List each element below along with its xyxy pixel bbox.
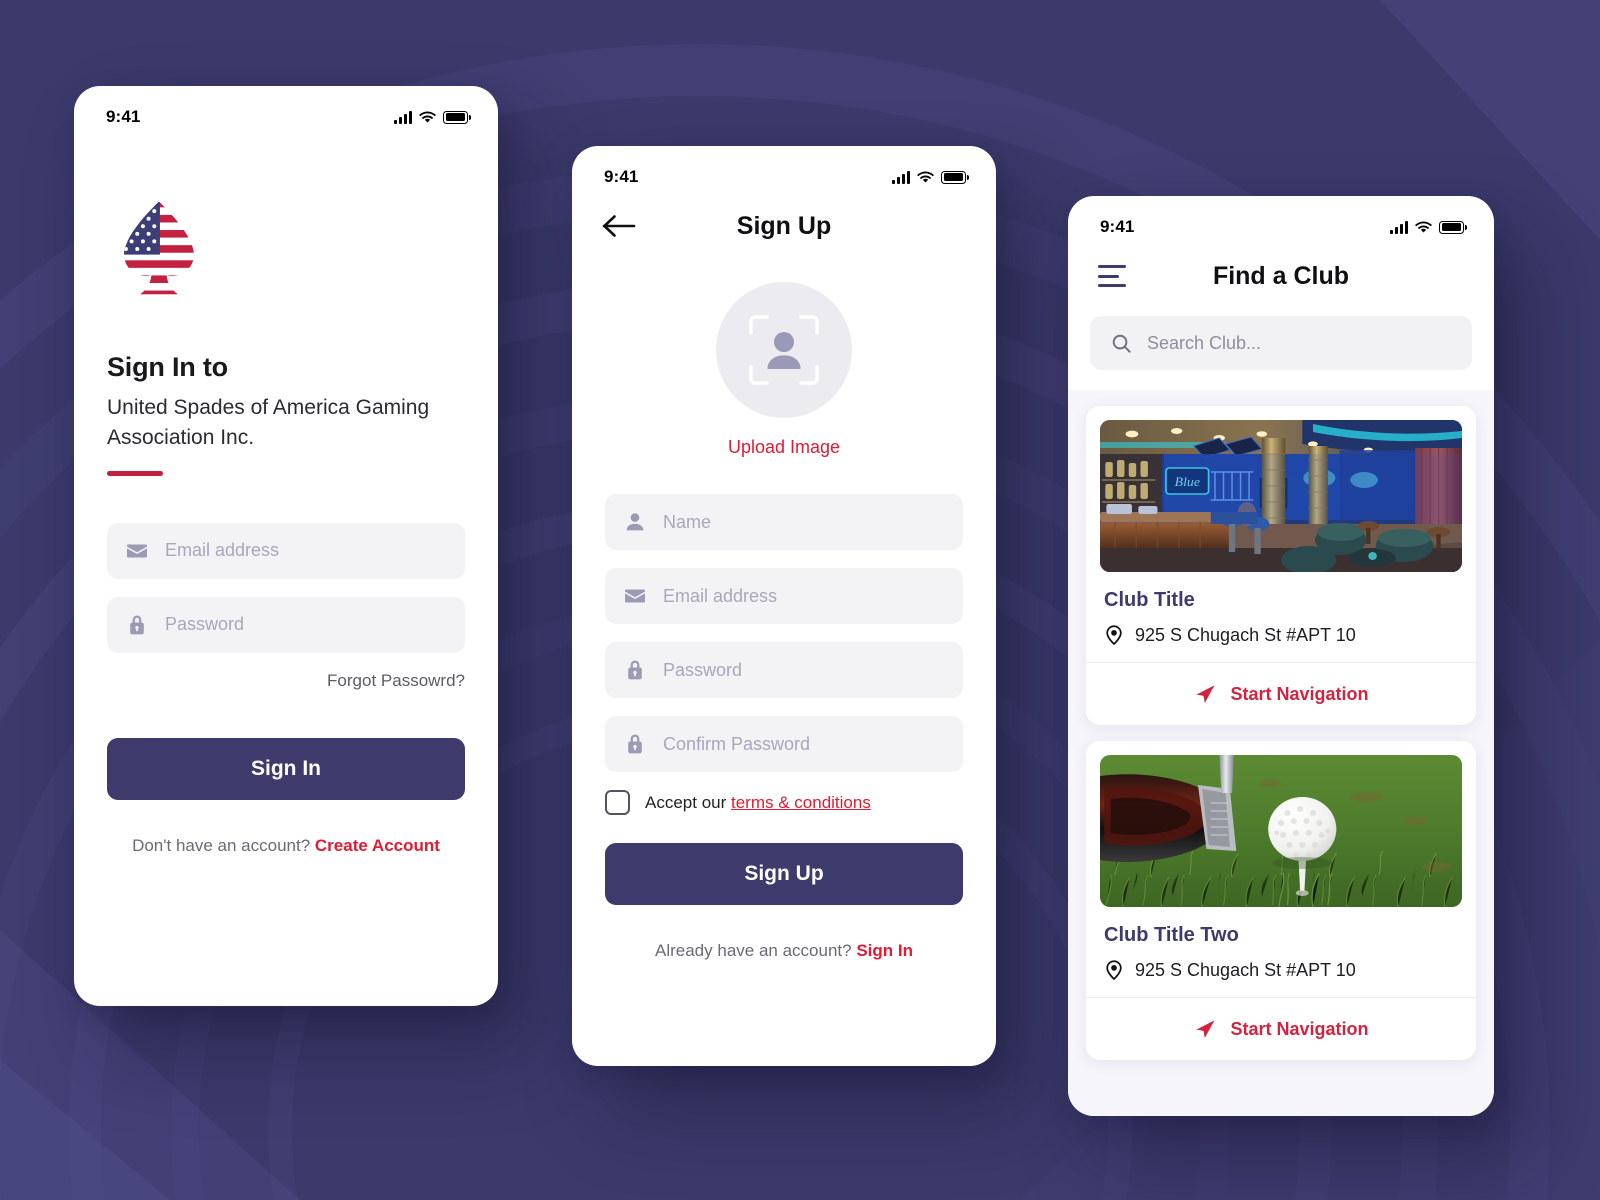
forgot-password-link[interactable]: Forgot Passowrd?	[107, 671, 465, 691]
status-icons	[1390, 220, 1467, 234]
navigation-arrow-icon	[1196, 685, 1215, 703]
confirm-password-field[interactable]: Confirm Password	[605, 716, 963, 772]
wifi-icon	[419, 111, 436, 123]
sign-in-button-wrap: Sign In	[107, 737, 465, 800]
location-pin-icon	[1106, 625, 1122, 646]
email-field-placeholder: Email address	[165, 540, 280, 561]
name-field[interactable]: Name	[605, 494, 963, 550]
sign-in-row: Already have an account? Sign In	[605, 941, 963, 961]
envelope-icon	[127, 544, 147, 558]
status-bar: 9:41	[572, 146, 996, 194]
page-title: Sign In to	[107, 352, 228, 382]
page-subtitle: United Spades of America Gaming Associat…	[107, 396, 430, 449]
envelope-icon	[625, 589, 645, 603]
search-input-placeholder: Search Club...	[1147, 332, 1262, 353]
lock-icon	[130, 615, 144, 635]
club-card-address: 925 S Chugach St #APT 10	[1135, 959, 1356, 980]
start-navigation-label: Start Navigation	[1230, 1018, 1369, 1039]
club-card-title: Club Title Two	[1104, 924, 1239, 946]
create-account-link[interactable]: Create Account	[315, 836, 440, 855]
lock-icon	[628, 734, 642, 754]
search-icon	[1112, 334, 1131, 353]
status-time: 9:41	[1100, 217, 1135, 236]
sign-in-body: Sign In to United Spades of America Gami…	[74, 196, 498, 856]
sign-in-prefix: Already have an account?	[655, 941, 857, 960]
phone-screen-find-club: 9:41 Find a Club Search Club... Blue Clu…	[1068, 196, 1494, 1116]
terms-row: Accept our terms & conditions	[605, 790, 963, 815]
terms-prefix: Accept our	[645, 792, 731, 812]
status-bar: 9:41	[74, 86, 498, 134]
status-icons	[892, 170, 969, 184]
club-card-address-row: 925 S Chugach St #APT 10	[1103, 624, 1462, 646]
sign-up-form: Name Email address Password Confirm Pass…	[605, 494, 963, 772]
battery-icon	[443, 110, 471, 124]
status-time: 9:41	[106, 107, 141, 126]
sign-up-button[interactable]: Sign Up	[605, 843, 963, 905]
club-list[interactable]: Blue Club Title 925 S Chugach St #APT 10…	[1068, 390, 1494, 1116]
club-card-address: 925 S Chugach St #APT 10	[1135, 624, 1356, 645]
password-field[interactable]: Password	[107, 596, 465, 653]
sign-up-button-wrap: Sign Up	[605, 843, 963, 905]
title-underline-rule	[107, 470, 163, 476]
search-input[interactable]: Search Club...	[1090, 316, 1472, 370]
email-field-placeholder: Email address	[663, 585, 778, 606]
password-field[interactable]: Password	[605, 642, 963, 698]
status-bar: 9:41	[1068, 196, 1494, 244]
golf-ball-tee-photo	[1100, 755, 1462, 907]
club-card-address-row: 925 S Chugach St #APT 10	[1103, 959, 1462, 981]
start-navigation-button[interactable]: Start Navigation	[1100, 998, 1462, 1060]
name-field-placeholder: Name	[663, 511, 712, 532]
email-field[interactable]: Email address	[605, 568, 963, 624]
create-account-row: Don't have an account? Create Account	[107, 836, 465, 856]
accept-terms-checkbox[interactable]	[605, 790, 630, 815]
signal-bars-icon	[394, 110, 412, 124]
page-title: Find a Club	[1212, 261, 1350, 290]
club-card[interactable]: Blue Club Title 925 S Chugach St #APT 10…	[1086, 406, 1476, 725]
signal-bars-icon	[892, 170, 910, 184]
start-navigation-label: Start Navigation	[1230, 683, 1369, 704]
sign-in-form: Email address Password Forgot Passowrd?	[107, 522, 465, 691]
create-account-prefix: Don't have an account?	[132, 835, 315, 855]
upload-image-label[interactable]: Upload Image	[728, 437, 840, 458]
battery-icon	[1439, 220, 1467, 234]
phone-screen-sign-in: 9:41 Sign In to United Spades of America…	[74, 86, 498, 1006]
lock-icon	[628, 660, 642, 680]
password-field-placeholder: Password	[663, 659, 743, 680]
status-time: 9:41	[604, 167, 639, 186]
navigation-arrow-icon	[1196, 1020, 1215, 1038]
club-card-title: Club Title	[1104, 589, 1195, 611]
sign-up-navbar: Sign Up	[572, 194, 996, 252]
confirm-password-field-placeholder: Confirm Password	[663, 733, 811, 754]
location-pin-icon	[1106, 960, 1122, 981]
terms-text: Accept our terms & conditions	[645, 793, 871, 813]
sign-in-link[interactable]: Sign In	[856, 941, 913, 960]
page-title: Sign Up	[736, 211, 832, 240]
phone-screen-sign-up: 9:41 Sign Up Upload Image Name Email add…	[572, 146, 996, 1066]
battery-icon	[941, 170, 969, 184]
person-scan-icon	[749, 315, 819, 385]
person-icon	[626, 513, 644, 531]
club-card[interactable]: Club Title Two 925 S Chugach St #APT 10 …	[1086, 741, 1476, 1060]
avatar-upload-zone: Upload Image	[572, 282, 996, 458]
signal-bars-icon	[1390, 220, 1408, 234]
start-navigation-button[interactable]: Start Navigation	[1100, 663, 1462, 725]
status-icons	[394, 110, 471, 124]
avatar-upload-button[interactable]	[716, 282, 852, 418]
sign-up-body: Name Email address Password Confirm Pass…	[572, 494, 996, 961]
sign-in-button[interactable]: Sign In	[107, 737, 465, 800]
email-field[interactable]: Email address	[107, 522, 465, 579]
wifi-icon	[917, 171, 934, 183]
terms-and-conditions-link[interactable]: terms & conditions	[731, 793, 871, 812]
search-bar-wrap: Search Club...	[1068, 302, 1494, 390]
wifi-icon	[1415, 221, 1432, 233]
screenshot-canvas: 9:41 Sign In to United Spades of America…	[0, 0, 1600, 1200]
club-interior-photo: Blue	[1100, 420, 1462, 572]
usa-spade-logo	[107, 196, 465, 300]
password-field-placeholder: Password	[165, 614, 245, 635]
find-club-navbar: Find a Club	[1068, 244, 1494, 302]
